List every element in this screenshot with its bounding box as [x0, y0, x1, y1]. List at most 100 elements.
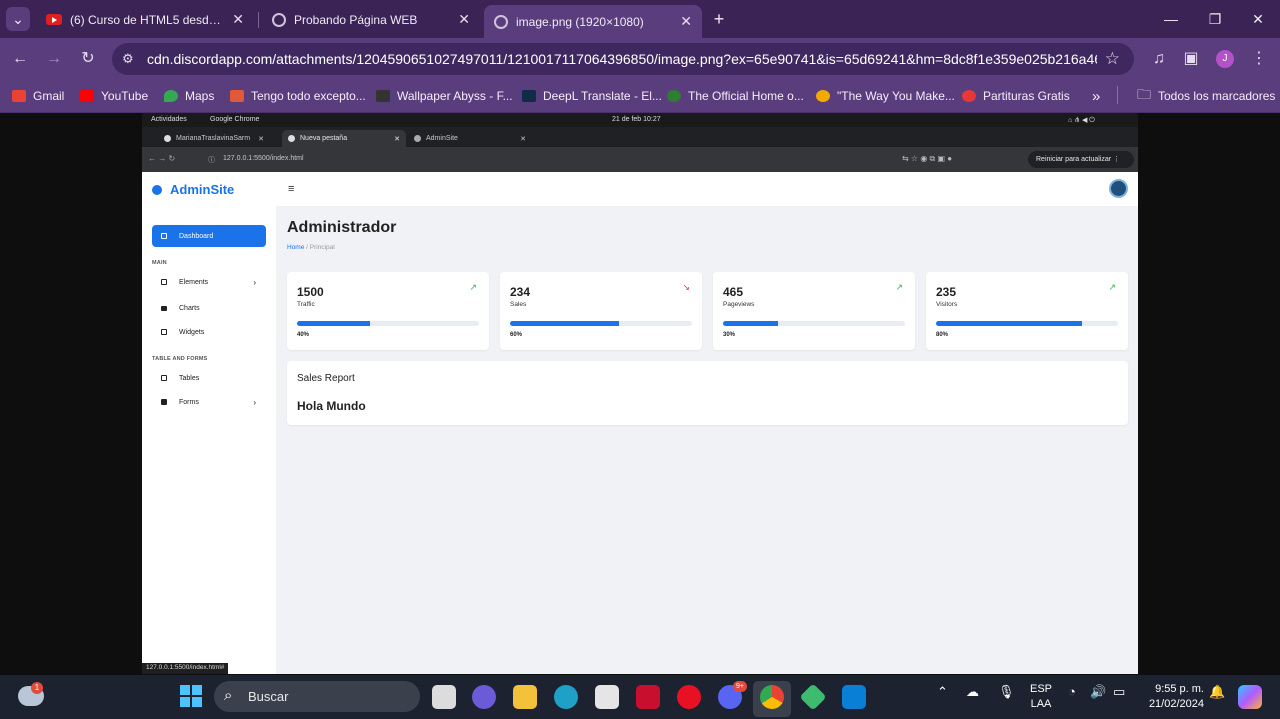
gnome-clock[interactable]: 21 de feb 10:27 — [612, 116, 661, 123]
profile-avatar[interactable]: J — [1216, 50, 1234, 68]
activities-label[interactable]: Actividades — [151, 116, 187, 123]
back-button[interactable]: ← — [9, 49, 31, 69]
microphone-icon[interactable]: 🎙 — [998, 684, 1015, 700]
cloud-offline-icon[interactable]: ☁ — [966, 684, 979, 700]
close-icon[interactable]: ✕ — [458, 11, 470, 28]
taskbar-clock[interactable]: 9:55 p. m. 21/02/2024 — [1144, 682, 1204, 712]
taskbar-search[interactable]: ⌕ Buscar — [214, 681, 420, 712]
file-explorer-icon[interactable] — [513, 685, 537, 709]
copilot-icon[interactable] — [1238, 685, 1262, 709]
sidebar — [142, 172, 276, 674]
close-icon[interactable]: ✕ — [258, 135, 264, 143]
progress-percent: 60% — [510, 332, 523, 338]
bookmark-label: YouTube — [101, 89, 149, 103]
task-view-icon[interactable] — [432, 685, 456, 709]
address-bar[interactable]: ⚙ cdn.discordapp.com/attachments/1204590… — [112, 43, 1134, 75]
menu-toggle-icon[interactable]: ≡ — [288, 183, 294, 195]
progress-bar — [297, 321, 479, 326]
bookmark-gmail[interactable]: Gmail — [12, 86, 64, 106]
close-icon[interactable]: ✕ — [680, 13, 692, 30]
nav-charts[interactable]: Charts — [152, 297, 266, 319]
bookmark-star-icon[interactable]: ☆ — [1105, 49, 1120, 69]
bookmark-deepl[interactable]: DeepL Translate - El... — [522, 86, 662, 106]
browser-tab-1[interactable]: (6) Curso de HTML5 desde CERO ✕ — [36, 5, 254, 34]
close-icon[interactable]: ✕ — [520, 135, 526, 143]
chrome-app-label: Google Chrome — [210, 116, 260, 123]
folder-label: Todos los marcadores — [1158, 89, 1276, 103]
new-tab-button[interactable]: + — [706, 8, 732, 30]
inner-nav-buttons[interactable]: ← → ↻ — [148, 154, 175, 163]
progress-fill — [936, 321, 1082, 326]
stat-label: Sales — [510, 301, 527, 308]
stat-card-traffic: 1500 Traffic ↗ 40% — [287, 272, 489, 350]
windows-start-icon[interactable] — [180, 685, 202, 707]
side-panel-icon[interactable]: ▣ — [1180, 49, 1202, 69]
vscode-icon[interactable] — [842, 685, 866, 709]
tab-title: (6) Curso de HTML5 desde CERO — [70, 12, 224, 27]
teams-chat-icon[interactable] — [472, 685, 496, 709]
nav-label: Forms — [179, 398, 199, 406]
restore-button[interactable]: ❐ — [1202, 8, 1228, 30]
breadcrumb-home[interactable]: Home — [287, 244, 304, 251]
nav-widgets[interactable]: Widgets — [152, 321, 266, 343]
bookmark-partituras[interactable]: Partituras Gratis — [962, 86, 1070, 106]
browser-tab-3-active[interactable]: image.png (1920×1080) ✕ — [484, 5, 702, 38]
inner-address-bar[interactable]: ⓘ 127.0.0.1:5500/index.html — [198, 151, 898, 168]
bookmark-tengo-todo[interactable]: Tengo todo excepto... — [230, 86, 366, 106]
bookmark-maps[interactable]: Maps — [164, 86, 214, 106]
nav-label: Elements — [179, 278, 209, 286]
language-indicator[interactable]: ESP LAA — [1022, 682, 1060, 712]
mcafee-icon[interactable] — [636, 685, 660, 709]
tab-search-button[interactable]: ⌄ — [6, 7, 30, 31]
nav-tables[interactable]: Tables — [152, 367, 266, 389]
edge-icon[interactable] — [554, 685, 578, 709]
more-menu-icon[interactable]: ⋮ — [1248, 49, 1270, 69]
close-window-button[interactable]: ✕ — [1245, 8, 1271, 30]
close-icon[interactable]: ✕ — [232, 11, 244, 28]
stat-label: Traffic — [297, 301, 315, 308]
notification-bell-icon[interactable]: 🔔 — [1209, 684, 1225, 700]
inner-tab-adminsite[interactable]: AdminSite ✕ — [408, 130, 532, 147]
inner-tab-new[interactable]: Nueva pestaña ✕ — [282, 130, 406, 147]
wifi-icon[interactable]: ◔ — [1068, 684, 1076, 699]
opera-icon[interactable] — [677, 685, 701, 709]
browser-tab-2[interactable]: Probando Página WEB ✕ — [262, 5, 480, 34]
chrome-icon — [288, 135, 295, 142]
nav-elements[interactable]: Elements › — [152, 271, 266, 293]
reload-button[interactable]: ↻ — [77, 49, 99, 69]
site-settings-icon[interactable]: ⚙ — [122, 51, 134, 67]
system-tray-icons[interactable]: ⌂ ⋔ ◀ ⏻ — [1068, 116, 1095, 125]
youtube-icon — [46, 14, 62, 25]
weather-badge: 1 — [31, 682, 43, 694]
stat-value: 235 — [936, 285, 957, 299]
bookmark-wallpaper-abyss[interactable]: Wallpaper Abyss - F... — [376, 86, 513, 106]
progress-bar — [723, 321, 905, 326]
globe-icon — [414, 135, 421, 142]
inbox-icon — [161, 279, 167, 285]
battery-icon[interactable]: ▭ — [1113, 684, 1125, 700]
media-controls-icon[interactable]: ♫ — [1148, 49, 1170, 69]
forward-button[interactable]: → — [43, 49, 65, 69]
github-icon — [164, 135, 171, 142]
user-avatar[interactable] — [1109, 179, 1128, 198]
inner-toolbar-icons[interactable]: ⇆ ☆ ◉ ⧉ ▣ ● — [902, 154, 952, 164]
minimize-button[interactable]: — — [1158, 8, 1184, 30]
bookmark-label: The Official Home o... — [688, 89, 804, 103]
volume-icon[interactable]: 🔊 — [1090, 684, 1106, 700]
bookmark-youtube[interactable]: YouTube — [80, 86, 148, 106]
brand-logo[interactable]: AdminSite — [152, 182, 234, 197]
chrome-icon[interactable] — [760, 685, 784, 709]
bookmark-the-way-you-make[interactable]: "The Way You Make... — [816, 86, 955, 106]
gmail-icon — [12, 90, 26, 102]
relaunch-button[interactable]: Reiniciar para actualizar ⋮ — [1028, 151, 1134, 168]
inner-tab-github[interactable]: MarianaTraslavinaSarm ✕ — [158, 130, 270, 147]
store-icon[interactable] — [595, 685, 619, 709]
show-hidden-icons[interactable]: ⌃ — [937, 684, 948, 700]
nav-forms[interactable]: Forms › — [152, 391, 266, 413]
stat-value: 465 — [723, 285, 744, 299]
bookmark-official-home[interactable]: The Official Home o... — [667, 86, 804, 106]
all-bookmarks-folder[interactable]: 🗀 Todos los marcadores — [1137, 86, 1275, 106]
close-icon[interactable]: ✕ — [394, 135, 400, 143]
nav-dashboard[interactable]: Dashboard — [152, 225, 266, 247]
bookmarks-overflow-button[interactable]: » — [1092, 86, 1100, 106]
